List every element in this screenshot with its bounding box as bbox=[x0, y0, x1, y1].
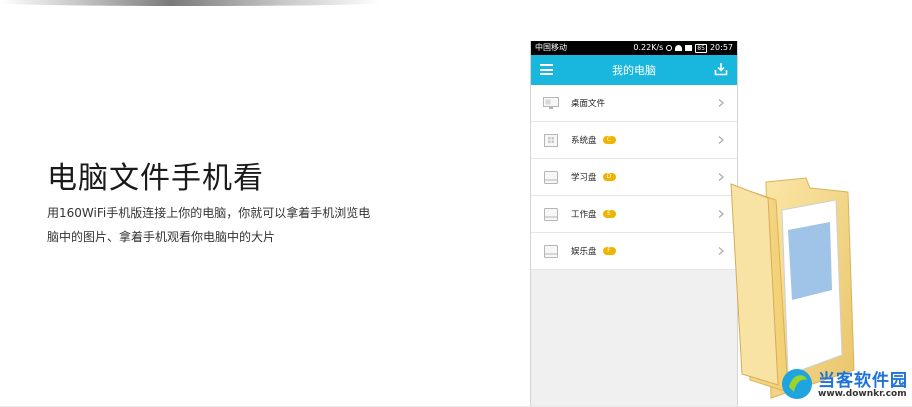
list-item-desktop[interactable]: 桌面文件 bbox=[531, 85, 737, 122]
top-shadow-decoration bbox=[0, 0, 380, 6]
promo-headline: 电脑文件手机看 bbox=[47, 161, 264, 196]
drive-icon bbox=[544, 170, 558, 184]
chevron-right-icon bbox=[718, 210, 724, 218]
promo-description: 用160WiFi手机版连接上你的电脑，你就可以拿着手机浏览电脑中的图片、拿着手机… bbox=[47, 206, 371, 244]
status-right: 0.22K/s 85 20:57 bbox=[633, 41, 733, 55]
list-item-label: 学习盘 bbox=[571, 173, 597, 183]
chevron-right-icon bbox=[718, 247, 724, 255]
list-item-label: 桌面文件 bbox=[571, 99, 606, 109]
clock: 20:57 bbox=[709, 43, 733, 52]
status-bar: 中国移动 0.22K/s 85 20:57 bbox=[531, 41, 737, 55]
drive-list: 桌面文件 系统盘 C 学习盘 D 工作盘 E 娱乐盘 F bbox=[531, 85, 737, 270]
app-bar: 我的电脑 bbox=[531, 55, 737, 85]
wifi-icon bbox=[675, 45, 683, 51]
drive-letter-badge: D bbox=[602, 173, 616, 181]
monitor-icon bbox=[543, 96, 559, 109]
chevron-right-icon bbox=[718, 136, 724, 144]
drive-letter-badge: E bbox=[602, 210, 616, 218]
list-item-label: 工作盘 bbox=[571, 210, 597, 220]
app-title: 我的电脑 bbox=[612, 64, 656, 77]
chevron-right-icon bbox=[718, 173, 724, 181]
watermark-title: 当客软件园 bbox=[818, 371, 908, 391]
signal-icon bbox=[685, 45, 693, 51]
network-speed: 0.22K/s bbox=[633, 43, 664, 52]
drive-icon bbox=[544, 244, 558, 258]
drive-letter-badge: C bbox=[602, 136, 616, 144]
chevron-right-icon bbox=[718, 99, 724, 107]
drive-icon bbox=[544, 207, 558, 221]
watermark-url: www.downkr.com bbox=[818, 389, 907, 399]
download-icon[interactable] bbox=[714, 62, 728, 76]
alarm-icon bbox=[666, 45, 673, 51]
list-item-entertainment-drive[interactable]: 娱乐盘 F bbox=[531, 233, 737, 270]
hamburger-menu-icon[interactable] bbox=[540, 64, 553, 75]
drive-letter-badge: F bbox=[602, 247, 616, 255]
list-item-label: 娱乐盘 bbox=[571, 247, 597, 257]
windows-drive-icon bbox=[544, 133, 558, 147]
battery-icon: 85 bbox=[695, 43, 707, 53]
list-item-study-drive[interactable]: 学习盘 D bbox=[531, 159, 737, 196]
list-item-work-drive[interactable]: 工作盘 E bbox=[531, 196, 737, 233]
phone-mockup: 中国移动 0.22K/s 85 20:57 我的电脑 桌面文件 系统盘 C 学习… bbox=[530, 41, 738, 407]
list-item-label: 系统盘 bbox=[571, 136, 597, 146]
list-item-system-drive[interactable]: 系统盘 C bbox=[531, 122, 737, 159]
carrier-name: 中国移动 bbox=[535, 43, 567, 52]
